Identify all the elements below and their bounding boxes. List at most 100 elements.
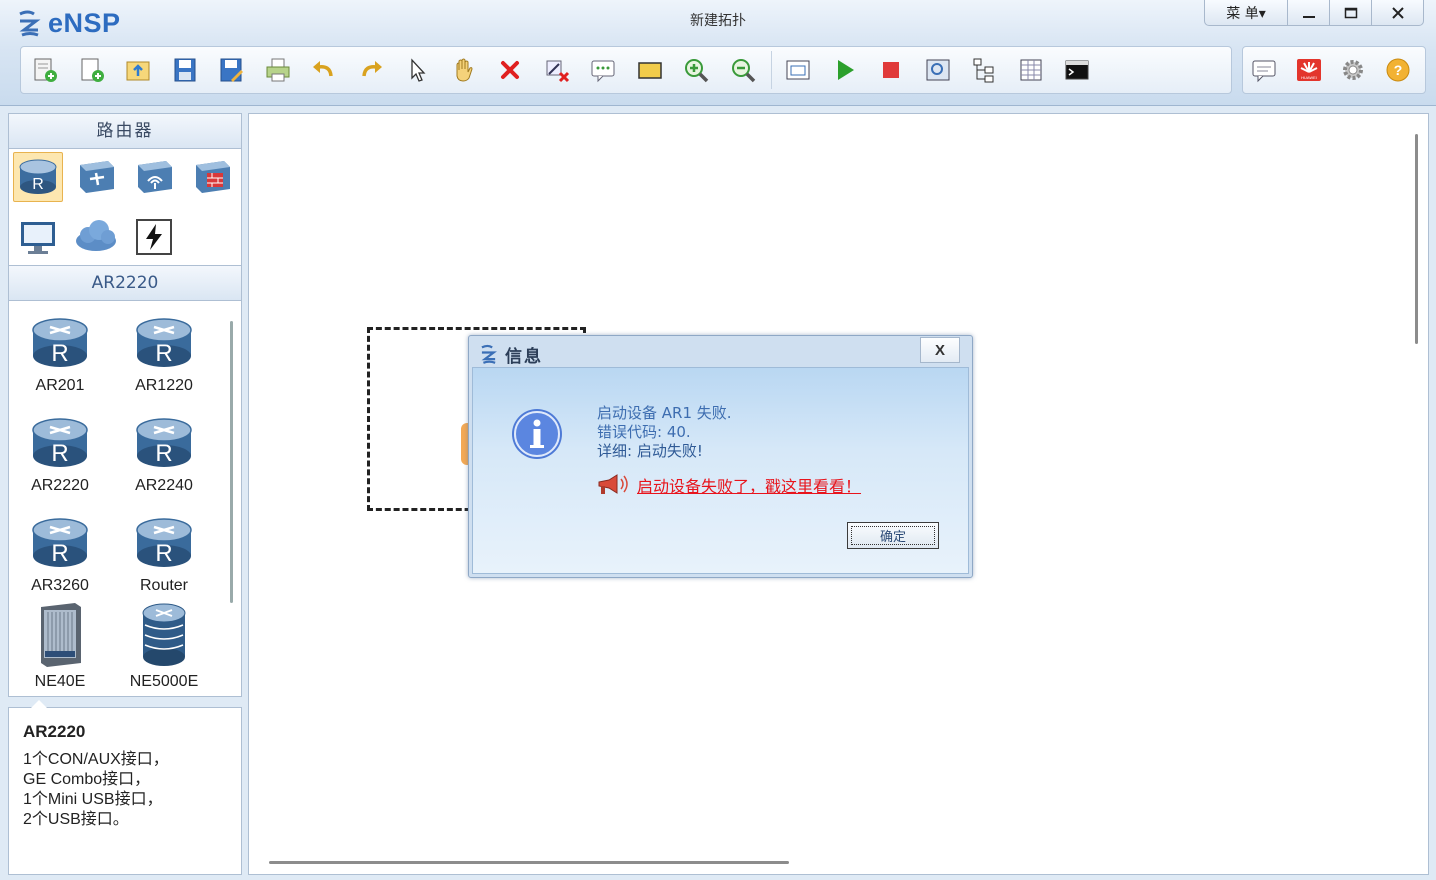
new-lab-button[interactable] [74, 52, 110, 88]
settings-button[interactable] [1336, 52, 1371, 88]
device-item[interactable]: NE40E [10, 603, 110, 691]
category-grid: R [8, 149, 242, 265]
description-title: AR2220 [23, 722, 86, 741]
help-button[interactable]: ? [1381, 52, 1416, 88]
device-item[interactable]: R AR3260 [10, 509, 110, 595]
save-button[interactable] [167, 52, 203, 88]
ok-button-label: 确定 [879, 530, 906, 545]
hand-icon [456, 58, 473, 82]
stop-all-button[interactable] [873, 52, 909, 88]
rectangle-button[interactable] [632, 52, 668, 88]
print-button[interactable] [260, 52, 296, 88]
ensp-logo-icon [481, 344, 497, 364]
capture-icon [926, 59, 949, 81]
delete-button[interactable] [492, 52, 528, 88]
open-button[interactable] [120, 52, 156, 88]
terminal-icon [1065, 60, 1089, 80]
horizontal-scrollbar[interactable] [269, 861, 789, 864]
redo-button[interactable] [353, 52, 389, 88]
category-router[interactable]: R [13, 152, 63, 202]
subcategory-title: AR2220 [8, 265, 242, 301]
info-icon [511, 408, 563, 464]
category-wireless[interactable] [129, 152, 179, 202]
fit-view-icon [786, 60, 810, 80]
chat-button[interactable] [1247, 52, 1282, 88]
device-item[interactable]: R AR2240 [114, 409, 214, 495]
error-message: 启动设备 AR1 失败. 错误代码: 40. 详细: 启动失败! [597, 404, 732, 461]
terminal-button[interactable] [1059, 52, 1095, 88]
dialog-title: 信息 [505, 346, 543, 367]
device-item[interactable]: R AR2220 [10, 409, 110, 495]
category-link[interactable] [129, 212, 179, 262]
device-label: AR201 [35, 377, 85, 394]
device-item[interactable]: R AR201 [10, 309, 110, 395]
error-line-1: 启动设备 AR1 失败. [597, 404, 732, 422]
save-as-button[interactable] [213, 52, 249, 88]
grid-button[interactable] [1013, 52, 1049, 88]
wireless-icon [138, 161, 172, 193]
device-item[interactable]: R AR1220 [114, 309, 214, 395]
start-all-button[interactable] [827, 52, 863, 88]
description-notch [31, 700, 47, 708]
open-icon [126, 61, 150, 81]
chat-icon [1252, 60, 1276, 83]
menu-button[interactable]: 菜 单▾ [1204, 0, 1288, 26]
undo-icon [313, 61, 333, 77]
save-as-icon [220, 58, 243, 82]
zoom-out-button[interactable] [725, 52, 761, 88]
device-list-scrollbar[interactable] [230, 321, 233, 603]
firewall-icon [196, 161, 230, 193]
svg-text:R: R [155, 540, 172, 567]
delete-link-button[interactable] [539, 52, 575, 88]
delete-icon [501, 61, 519, 79]
core-router-icon [114, 603, 214, 667]
stop-icon [883, 62, 899, 78]
device-label: Router [139, 577, 189, 594]
text-note-button[interactable] [585, 52, 621, 88]
help-link[interactable]: 启动设备失败了，戳这里看看！ [637, 473, 861, 497]
fit-button[interactable] [780, 52, 816, 88]
maximize-button[interactable] [1330, 0, 1372, 26]
redo-icon [361, 61, 382, 77]
category-pc[interactable] [13, 212, 63, 262]
svg-text:R: R [51, 540, 68, 567]
minimize-button[interactable] [1288, 0, 1330, 26]
undo-button[interactable] [306, 52, 342, 88]
zoom-in-button[interactable] [678, 52, 714, 88]
help-link-row: 启动设备失败了，戳这里看看！ [595, 472, 861, 498]
device-item[interactable]: R Router [114, 509, 214, 595]
close-button[interactable] [1372, 0, 1424, 26]
huawei-button[interactable]: HUAWEI [1292, 52, 1327, 88]
svg-text:R: R [155, 440, 172, 467]
category-firewall[interactable] [187, 152, 237, 202]
new-topology-icon [34, 58, 57, 82]
category-title: 路由器 [8, 113, 242, 149]
title-bar: eNSP 新建拓扑 菜 单▾ HUAWEI ? [0, 0, 1436, 106]
capture-button[interactable] [920, 52, 956, 88]
description-line: 1个CON/AUX接口， [23, 751, 169, 768]
device-item[interactable]: NE5000E [114, 603, 214, 691]
router-icon: R [114, 409, 214, 471]
cursor-icon [411, 58, 426, 82]
category-cloud[interactable] [71, 212, 121, 262]
dialog-close-button[interactable]: X [920, 337, 960, 363]
text-note-icon [591, 60, 615, 83]
save-icon [174, 58, 195, 82]
category-switch[interactable] [71, 152, 121, 202]
router-icon: R [114, 309, 214, 371]
vertical-scrollbar[interactable] [1415, 134, 1418, 344]
pan-button[interactable] [446, 52, 482, 88]
topology-tree-button[interactable] [966, 52, 1002, 88]
cloud-icon [76, 220, 116, 251]
select-button[interactable] [399, 52, 435, 88]
play-icon [837, 60, 854, 80]
aux-toolbar: HUAWEI ? [1242, 46, 1426, 94]
description-line: GE Combo接口， [23, 771, 151, 788]
new-topology-button[interactable] [27, 52, 63, 88]
help-icon: ? [1386, 58, 1410, 82]
router-icon: R [114, 509, 214, 571]
grid-icon [1020, 59, 1041, 81]
close-icon [1391, 6, 1404, 19]
ok-button[interactable]: 确定 [847, 522, 939, 549]
device-label: NE40E [34, 673, 86, 690]
